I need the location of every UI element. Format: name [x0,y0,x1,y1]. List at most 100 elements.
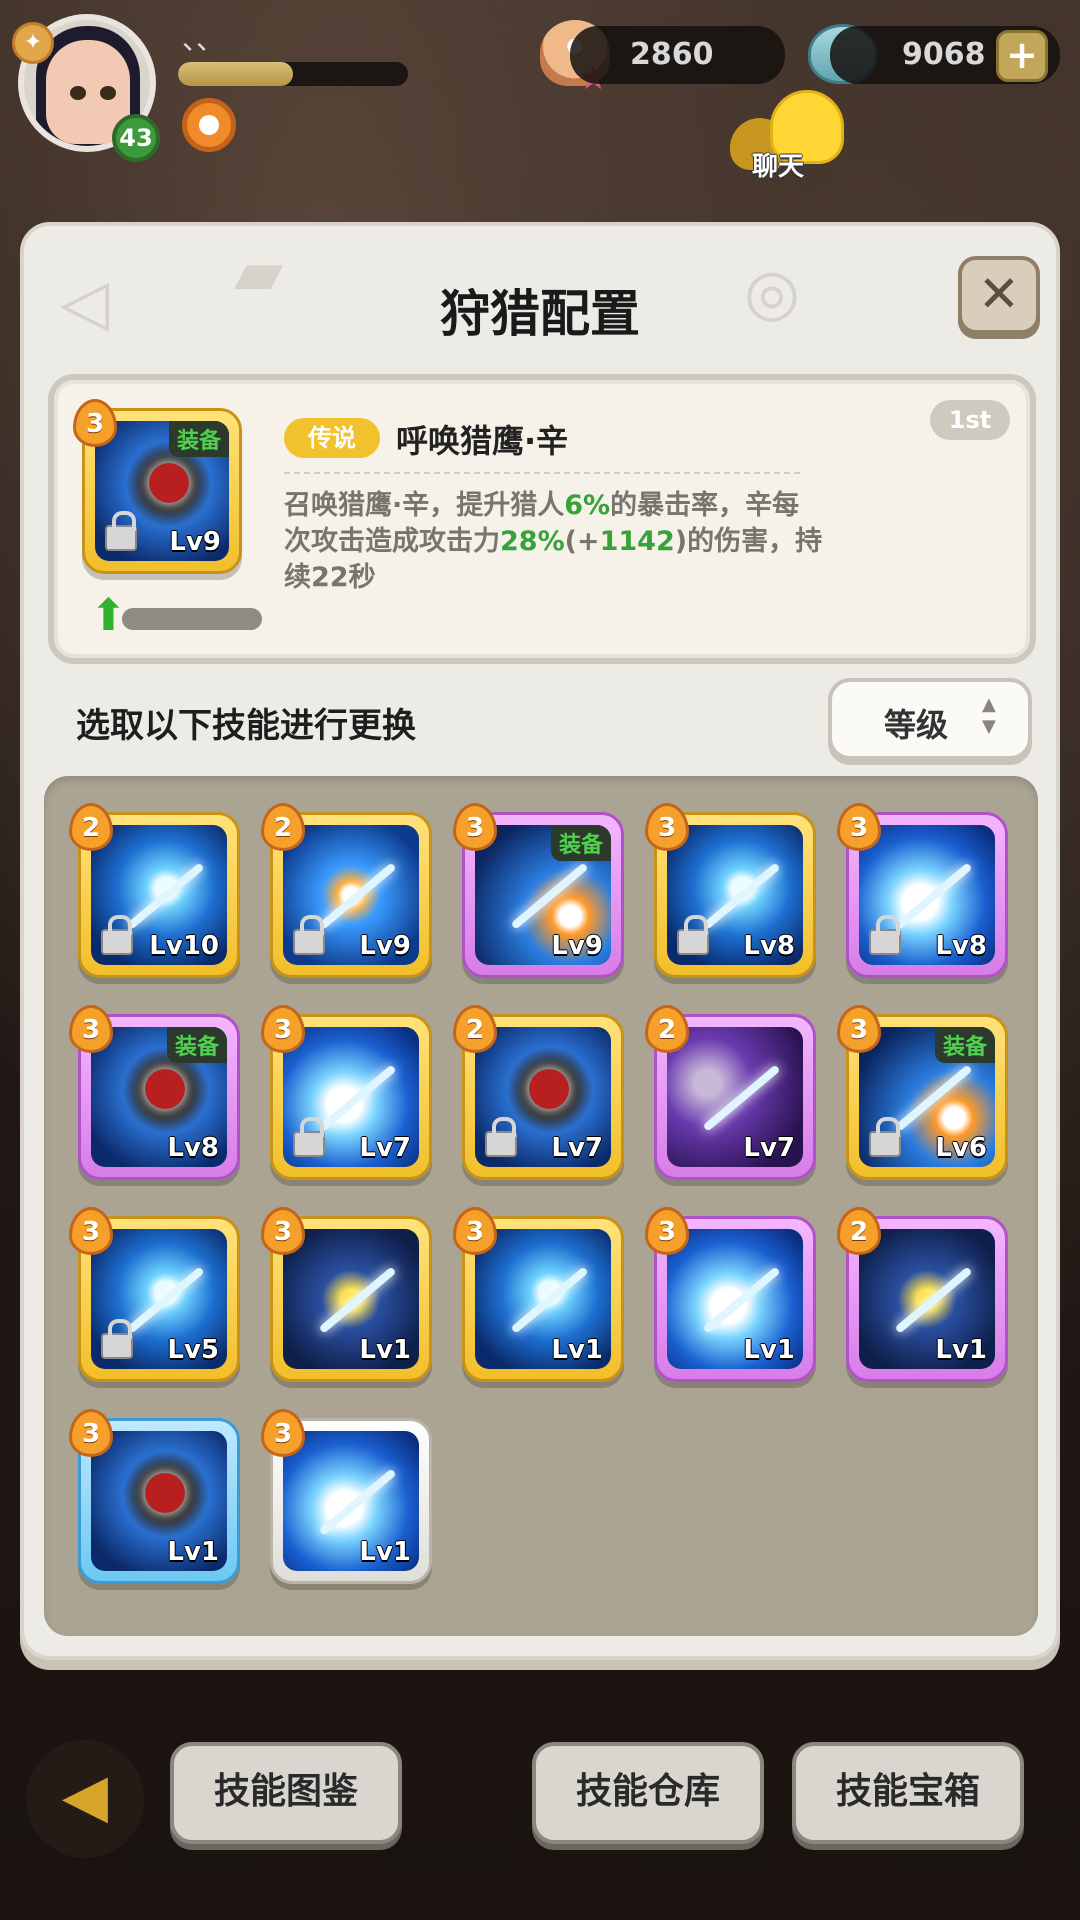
skill-level: Lv7 [743,1133,795,1163]
skill-card[interactable]: Lv7 2 [645,1005,816,1180]
skill-level: Lv1 [551,1335,603,1365]
lock-icon [293,1117,325,1157]
star-badge: 2 [645,1005,689,1053]
star-badge: 3 [261,1005,305,1053]
add-currency-button[interactable]: + [996,30,1048,82]
skill-art-icon: Lv1 [475,1229,611,1369]
lock-icon [485,1117,517,1157]
star-badge: 3 [69,1409,113,1457]
lock-icon [677,915,709,955]
hunt-config-panel: ◁ ▰ ◎ 狩猎配置 ✕ 装备 Lv9 3 ⬆ 1st 传说 呼唤猎鹰·辛 召唤… [20,222,1060,1660]
star-badge: 2 [453,1005,497,1053]
skill-art-icon: Lv7 [475,1027,611,1167]
skill-card[interactable]: Lv8 3 [645,803,816,978]
equipped-tag: 装备 [166,1027,227,1063]
skill-art-icon: Lv8 [859,825,995,965]
rank-badge: 1st [930,400,1010,440]
star-badge: 2 [69,803,113,851]
panel-title: 狩猎配置 [440,285,640,343]
skill-card[interactable]: Lv1 2 [837,1207,1008,1382]
chat-label: 聊天 [752,152,805,182]
skill-card[interactable]: Lv1 3 [645,1207,816,1382]
skill-art-icon: Lv1 [91,1431,227,1571]
skill-art-icon: Lv1 [283,1431,419,1571]
star-badge: 3 [73,399,117,447]
skill-art-icon: Lv1 [667,1229,803,1369]
player-name: 、、 [182,23,225,56]
buff-icon[interactable] [182,98,236,152]
skill-card[interactable]: Lv9 2 [261,803,432,978]
skill-card[interactable]: Lv1 3 [453,1207,624,1382]
close-button[interactable]: ✕ [958,256,1040,334]
skill-card[interactable]: Lv8 3 [837,803,1008,978]
skill-level: Lv8 [167,1133,219,1163]
star-badge: 3 [645,1207,689,1255]
skill-description: 召唤猎鹰·辛，提升猎人6%的暴击率，辛每次攻击造成攻击力28%(+1142)的伤… [284,490,823,593]
lock-icon [101,915,133,955]
skill-art-icon: Lv1 [283,1229,419,1369]
skill-card[interactable]: Lv10 2 [69,803,240,978]
chat-button[interactable]: 聊天 [730,90,850,182]
skill-grid: Lv10 2 Lv9 2 装备 Lv9 3 Lv8 3 Lv8 3 装备 Lv8 3 Lv7 3 Lv7 2 Lv7… [44,776,1038,1636]
star-badge: 3 [453,1207,497,1255]
lock-icon [869,915,901,955]
skill-level: Lv1 [359,1537,411,1567]
star-badge: 2 [837,1207,881,1255]
skill-name: 呼唤猎鹰·辛 [396,422,569,460]
skill-level: Lv9 [169,527,221,557]
skill-card[interactable]: 装备 Lv6 3 [837,1005,1008,1180]
skill-storage-button[interactable]: 技能仓库 [532,1742,764,1844]
skill-card[interactable]: Lv7 2 [453,1005,624,1180]
star-badge: 3 [69,1207,113,1255]
back-arrow-icon[interactable]: ◀ [26,1740,144,1858]
skill-level: Lv1 [743,1335,795,1365]
skill-art-icon: 装备 Lv9 [475,825,611,965]
skill-art-icon: Lv8 [667,825,803,965]
skill-art-icon: Lv5 [91,1229,227,1369]
skill-card[interactable]: Lv7 3 [261,1005,432,1180]
star-badge: 3 [837,1005,881,1053]
skill-card[interactable]: Lv5 3 [69,1207,240,1382]
star-badge: 3 [837,803,881,851]
sort-label: 等级 [884,706,949,744]
avatar-frame-badge-icon: ✦ [12,22,54,64]
skill-level: Lv9 [359,931,411,961]
level-badge: 43 [112,114,160,162]
skill-card[interactable]: Lv1 3 [261,1409,432,1584]
star-badge: 3 [453,803,497,851]
skill-level: Lv10 [149,931,219,961]
skill-art-icon: Lv7 [283,1027,419,1167]
skill-card[interactable]: Lv1 3 [69,1409,240,1584]
skill-level: Lv1 [167,1537,219,1567]
star-badge: 3 [69,1005,113,1053]
star-badge: 3 [645,803,689,851]
divider [284,472,800,474]
skill-card[interactable]: 装备 Lv9 3 [453,803,624,978]
lock-icon [101,1319,133,1359]
sort-dropdown[interactable]: 等级 ▲ ▼ [828,678,1032,760]
selected-skill-icon[interactable]: 装备 Lv9 3 [73,399,242,574]
skill-card[interactable]: Lv1 3 [261,1207,432,1382]
skill-art-icon: Lv9 [283,825,419,965]
lock-icon [293,915,325,955]
star-badge: 3 [261,1207,305,1255]
shell-currency-amount: 2860 [570,26,785,84]
exp-bar [178,62,408,86]
skill-detail-card: 装备 Lv9 3 ⬆ 1st 传说 呼唤猎鹰·辛 召唤猎鹰·辛，提升猎人6%的暴… [48,374,1036,664]
skill-card[interactable]: 装备 Lv8 3 [69,1005,240,1180]
section-label: 选取以下技能进行更换 [76,706,416,746]
skill-codex-button[interactable]: 技能图鉴 [170,1742,402,1844]
sort-arrows-icon: ▲ ▼ [982,694,996,737]
skill-level: Lv1 [359,1335,411,1365]
skill-art-icon: 装备 Lv6 [859,1027,995,1167]
upgrade-progress-bar [122,608,262,630]
star-badge: 3 [261,1409,305,1457]
equipped-tag: 装备 [550,825,611,861]
skill-art-icon: Lv7 [667,1027,803,1167]
skill-chest-button[interactable]: 技能宝箱 [792,1742,1024,1844]
equipped-tag: 装备 [934,1027,995,1063]
skill-level: Lv7 [359,1133,411,1163]
exp-bar-fill [178,62,293,86]
skill-art-icon: 装备 Lv8 [91,1027,227,1167]
skill-level: Lv9 [551,931,603,961]
